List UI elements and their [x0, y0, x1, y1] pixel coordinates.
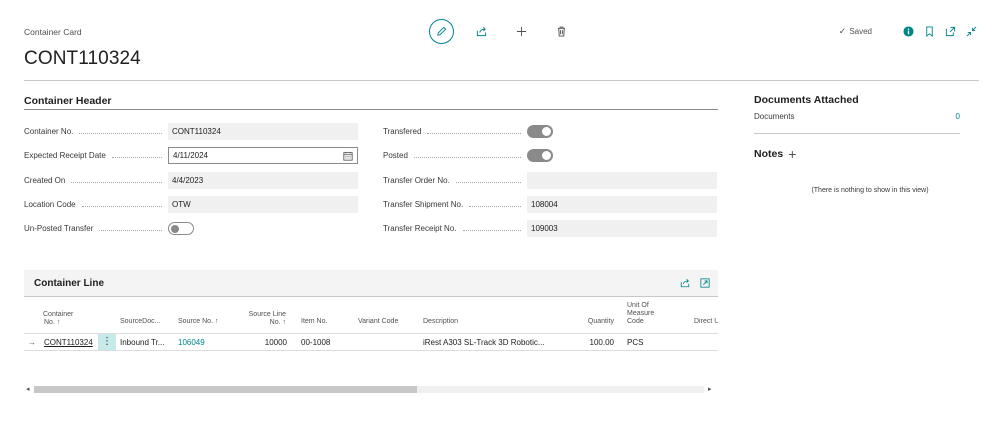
add-note-button[interactable]: + [788, 147, 796, 161]
col-header-source-doc[interactable]: SourceDoc... [120, 318, 160, 326]
field-label-expected-receipt-date: Expected Receipt Date [24, 151, 106, 160]
cell-source-doc[interactable]: Inbound Tr... [120, 337, 172, 349]
check-icon: ✓ [838, 25, 847, 36]
transfered-toggle[interactable] [527, 125, 553, 138]
saved-indicator: ✓ Saved [839, 26, 872, 37]
field-label-transfer-order-no: Transfer Order No. [383, 176, 450, 185]
horizontal-scrollbar[interactable]: ◂ ▸ [24, 384, 718, 395]
documents-attached-title[interactable]: Documents Attached [754, 94, 859, 106]
col-header-variant-code[interactable]: Variant Code [358, 318, 398, 326]
scroll-right-icon[interactable]: ▸ [708, 384, 712, 395]
field-created-on: Created On 4/4/2023 [24, 172, 358, 189]
field-un-posted-transfer: Un-Posted Transfer [24, 220, 194, 237]
notes-empty-message: (There is nothing to show in this view) [811, 187, 929, 194]
created-on-value: 4/4/2023 [168, 172, 358, 189]
field-transfered: Transfered [383, 123, 553, 140]
info-icon[interactable] [901, 24, 915, 38]
notes-title: Notes + [754, 146, 797, 162]
row-menu-icon[interactable]: ⋮ [98, 334, 116, 350]
share-icon[interactable] [678, 276, 692, 290]
field-location-code: Location Code OTW [24, 196, 358, 213]
section-divider [24, 109, 718, 110]
col-header-container-no[interactable]: Container No. ↑ [43, 311, 73, 327]
expected-receipt-date-value: 4/11/2024 [173, 151, 208, 160]
col-header-description[interactable]: Description [423, 318, 458, 326]
col-header-source-line-no[interactable]: Source Line No. ↑ [246, 311, 286, 327]
documents-label: Documents [754, 112, 795, 121]
saved-label: Saved [849, 26, 872, 36]
field-label-created-on: Created On [24, 176, 66, 185]
action-toolbar [429, 19, 589, 44]
cell-unit-of-measure-code[interactable]: PCS [627, 337, 643, 349]
field-label-posted: Posted [383, 151, 408, 160]
open-new-window-icon[interactable] [943, 24, 957, 38]
col-header-item-no[interactable]: Item No. [301, 318, 327, 326]
location-code-value: OTW [168, 196, 358, 213]
cell-description[interactable]: iRest A303 SL-Track 3D Robotic... [423, 337, 558, 349]
container-line-panel: Container Line Container No. ↑ SourceDoc… [24, 270, 718, 397]
documents-count[interactable]: 0 [956, 112, 960, 121]
field-transfer-receipt-no: Transfer Receipt No. 109003 [383, 220, 717, 237]
calendar-icon[interactable] [343, 151, 353, 161]
transfer-shipment-no-value: 108004 [527, 196, 717, 213]
pencil-icon [437, 26, 447, 36]
share-icon [476, 27, 487, 37]
field-container-no: Container No. CONT110324 [24, 123, 358, 140]
field-posted: Posted [383, 147, 553, 164]
col-header-direct-unit-cost[interactable]: Direct U [694, 318, 718, 326]
cell-item-no[interactable]: 00-1008 [301, 337, 330, 349]
row-arrow-icon: → [28, 338, 36, 347]
field-label-transfer-shipment-no: Transfer Shipment No. [383, 200, 464, 209]
section-title-container-header[interactable]: Container Header [24, 95, 112, 107]
page-title: CONT110324 [24, 48, 141, 69]
share-button[interactable] [469, 19, 494, 44]
collapse-icon[interactable] [964, 24, 978, 38]
cell-source-line-no[interactable]: 10000 [246, 337, 287, 349]
field-label-transfer-receipt-no: Transfer Receipt No. [383, 224, 457, 233]
un-posted-transfer-toggle[interactable] [168, 222, 194, 235]
transfer-receipt-no-value: 109003 [527, 220, 717, 237]
container-line-title[interactable]: Container Line [34, 278, 104, 289]
edit-button[interactable] [429, 19, 454, 44]
cell-source-no[interactable]: 106049 [178, 337, 205, 349]
new-button[interactable] [509, 19, 534, 44]
scroll-left-icon[interactable]: ◂ [26, 384, 30, 395]
title-divider [24, 80, 979, 81]
trash-icon [557, 26, 566, 37]
expand-icon[interactable] [698, 276, 712, 290]
field-transfer-order-no: Transfer Order No. [383, 172, 717, 189]
bookmark-icon[interactable] [922, 24, 936, 38]
posted-toggle[interactable] [527, 149, 553, 162]
container-no-value: CONT110324 [168, 123, 358, 140]
col-header-source-no[interactable]: Source No. ↑ [178, 318, 218, 326]
field-label-container-no: Container No. [24, 127, 74, 136]
container-line-grid: Container No. ↑ SourceDoc... Source No. … [24, 297, 718, 383]
container-line-header: Container Line [24, 270, 718, 296]
transfer-order-no-value [527, 172, 717, 189]
col-header-quantity[interactable]: Quantity [580, 318, 614, 326]
cell-quantity[interactable]: 100.00 [580, 337, 614, 349]
expected-receipt-date-input[interactable]: 4/11/2024 [168, 147, 358, 164]
delete-button[interactable] [549, 19, 574, 44]
field-label-un-posted-transfer: Un-Posted Transfer [24, 224, 94, 233]
field-label-transfered: Transfered [383, 127, 422, 136]
scrollbar-thumb[interactable] [34, 386, 417, 393]
field-transfer-shipment-no: Transfer Shipment No. 108004 [383, 196, 717, 213]
cell-container-no[interactable]: CONT110324 [44, 337, 93, 349]
page-caption: Container Card [24, 27, 82, 37]
documents-row: Documents 0 [754, 112, 960, 121]
field-label-location-code: Location Code [24, 200, 76, 209]
plus-icon [516, 26, 527, 37]
status-tools: ✓ Saved [839, 24, 978, 38]
field-expected-receipt-date: Expected Receipt Date 4/11/2024 [24, 147, 358, 164]
col-header-unit-of-measure-code[interactable]: Unit Of Measure Code [627, 302, 654, 326]
